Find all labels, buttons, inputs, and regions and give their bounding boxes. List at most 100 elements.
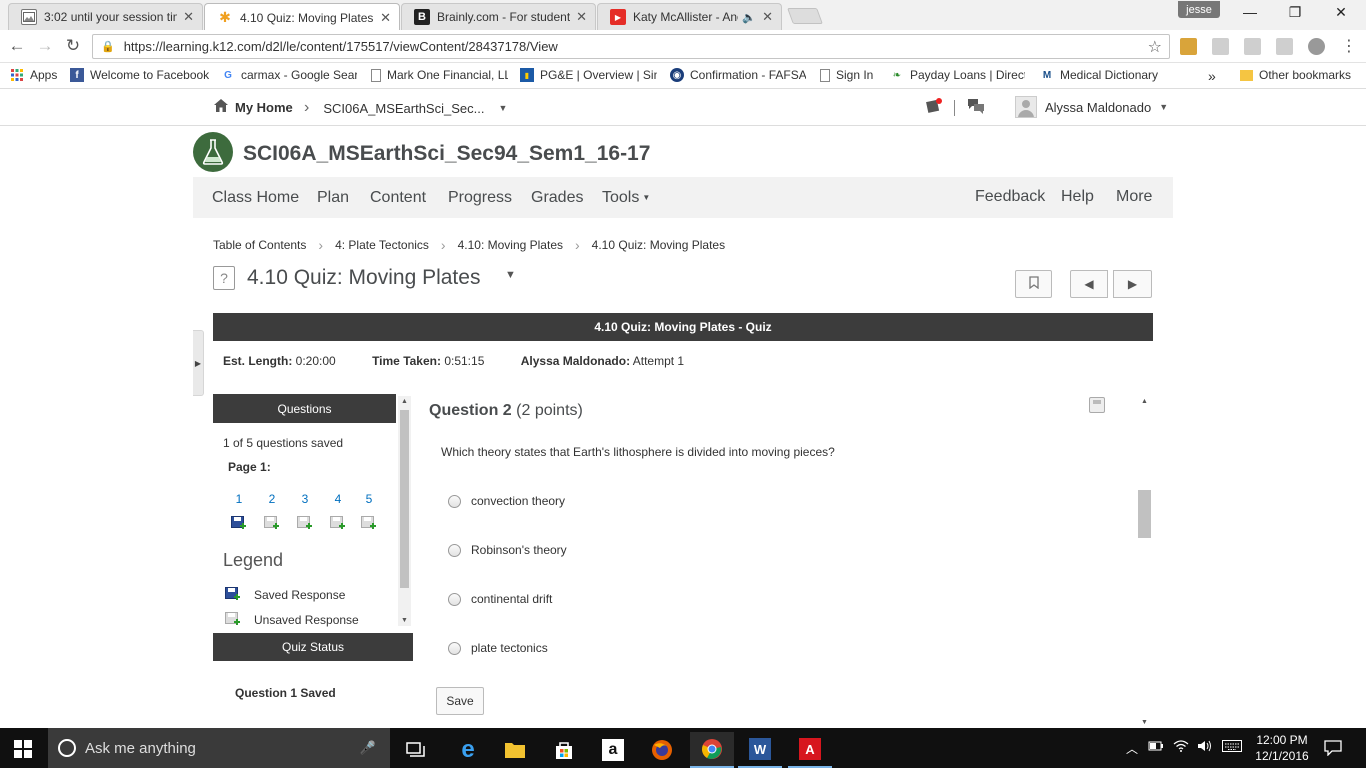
scroll-thumb[interactable]	[400, 410, 409, 588]
nav-class-home[interactable]: Class Home	[212, 189, 299, 207]
bookmark-fafsa[interactable]: ◉ Confirmation - FAFSA	[670, 68, 806, 82]
course-title[interactable]: SCI06A_MSEarthSci_Sec94_Sem1_16-17	[243, 142, 650, 166]
question-link-4[interactable]: 4	[328, 492, 348, 506]
chrome-menu-icon[interactable]: ⋮	[1338, 36, 1360, 56]
radio-button[interactable]	[448, 494, 461, 508]
edge-icon[interactable]: e	[446, 732, 490, 768]
extension-icon[interactable]	[1276, 38, 1293, 55]
microphone-icon[interactable]: 🎤	[360, 740, 376, 756]
acrobat-icon[interactable]: A	[788, 732, 832, 768]
bookmark-star-icon[interactable]: ☆	[1148, 37, 1162, 57]
expand-sidebar-handle[interactable]: ▶	[193, 330, 204, 396]
unsaved-response-icon[interactable]	[297, 516, 313, 531]
action-center-icon[interactable]	[1324, 740, 1342, 759]
address-bar[interactable]: 🔒 https://learning.k12.com/d2l/le/conten…	[92, 34, 1170, 59]
answer-option-2[interactable]: Robinson's theory	[448, 543, 567, 557]
bookmark-medical[interactable]: M Medical Dictionary	[1040, 68, 1158, 82]
store-icon[interactable]	[542, 732, 586, 768]
unsaved-response-icon[interactable]	[330, 516, 346, 531]
nav-feedback[interactable]: Feedback	[975, 188, 1045, 206]
browser-tab-active[interactable]: ✱ 4.10 Quiz: Moving Plates ✕	[204, 3, 400, 31]
scroll-thumb[interactable]	[1138, 490, 1151, 538]
nav-help[interactable]: Help	[1061, 188, 1094, 206]
bookmark-pge[interactable]: ▮ PG&E | Overview | Sin	[520, 68, 657, 82]
answer-option-3[interactable]: continental drift	[448, 592, 552, 606]
system-clock[interactable]: 12:00 PM 12/1/2016	[1252, 732, 1312, 764]
forward-icon[interactable]: →	[34, 36, 56, 56]
back-icon[interactable]: ←	[6, 36, 28, 56]
extension-icon[interactable]	[1212, 38, 1229, 55]
previous-topic-button[interactable]: ◀	[1070, 270, 1108, 298]
breadcrumb-unit[interactable]: 4: Plate Tectonics	[335, 238, 429, 252]
question-link-1[interactable]: 1	[229, 492, 249, 506]
extension-icon[interactable]	[1244, 38, 1261, 55]
saved-response-icon[interactable]	[231, 516, 247, 531]
nav-progress[interactable]: Progress	[448, 189, 512, 207]
show-hidden-icons-icon[interactable]: ︿	[1126, 740, 1138, 757]
browser-tab[interactable]: ▶ Katy McAllister - Anot 🔈 ✕	[597, 3, 782, 30]
radio-button[interactable]	[448, 641, 461, 655]
extension-icon[interactable]	[1308, 38, 1325, 55]
unsaved-response-icon[interactable]	[264, 516, 280, 531]
bookmark-payday[interactable]: ❧ Payday Loans | Direct	[890, 68, 1025, 82]
update-alerts-icon[interactable]	[926, 98, 942, 119]
other-bookmarks[interactable]: Other bookmarks	[1240, 68, 1351, 82]
amazon-icon[interactable]: a	[591, 732, 635, 768]
nav-more[interactable]: More	[1116, 188, 1152, 206]
bookmark-apps[interactable]: Apps	[10, 68, 57, 82]
unsaved-response-icon[interactable]	[361, 516, 377, 531]
volume-icon[interactable]	[1197, 740, 1213, 755]
bookmarks-overflow[interactable]: »	[1208, 68, 1216, 84]
scroll-up-icon[interactable]: ▲	[1137, 398, 1152, 405]
close-window-icon[interactable]: ✕	[1326, 4, 1356, 21]
next-topic-button[interactable]: ▶	[1113, 270, 1152, 298]
word-icon[interactable]: W	[738, 732, 782, 768]
answer-option-1[interactable]: convection theory	[448, 494, 565, 508]
cortana-search[interactable]: Ask me anything 🎤	[48, 728, 390, 768]
close-tab-icon[interactable]: ✕	[762, 9, 773, 25]
browser-tab[interactable]: 3:02 until your session tim ✕	[8, 3, 203, 30]
extension-icon[interactable]	[1180, 38, 1197, 55]
radio-button[interactable]	[448, 592, 461, 606]
windows-start-icon[interactable]	[14, 740, 32, 758]
bookmark-sign-in[interactable]: Sign In	[820, 68, 873, 82]
question-link-3[interactable]: 3	[295, 492, 315, 506]
scroll-down-icon[interactable]: ▼	[1137, 719, 1152, 726]
nav-tools[interactable]: Tools ▼	[602, 189, 650, 207]
restore-icon[interactable]: ❐	[1280, 4, 1310, 21]
bookmark-google[interactable]: G carmax - Google Sear	[221, 68, 357, 82]
scroll-up-icon[interactable]: ▲	[398, 398, 411, 405]
my-home-link[interactable]: My Home	[214, 99, 293, 115]
wifi-icon[interactable]	[1173, 740, 1189, 755]
answer-option-4[interactable]: plate tectonics	[448, 641, 548, 655]
breadcrumb-toc[interactable]: Table of Contents	[213, 238, 306, 252]
profile-button[interactable]: jesse	[1178, 1, 1220, 18]
reload-icon[interactable]: ↻	[62, 36, 84, 56]
question-link-5[interactable]: 5	[359, 492, 379, 506]
close-tab-icon[interactable]: ✕	[380, 10, 391, 26]
bookmark-mark-one[interactable]: Mark One Financial, LL	[371, 68, 508, 82]
close-tab-icon[interactable]: ✕	[183, 9, 194, 25]
save-button[interactable]: Save	[436, 687, 484, 715]
nav-plan[interactable]: Plan	[317, 189, 349, 207]
keyboard-icon[interactable]	[1222, 740, 1242, 755]
firefox-icon[interactable]	[640, 732, 684, 768]
course-selector[interactable]: › SCI06A_MSEarthSci_Sec... ▼	[304, 99, 507, 117]
message-alerts-icon[interactable]	[967, 98, 985, 119]
radio-button[interactable]	[448, 543, 461, 557]
task-view-icon[interactable]	[394, 732, 438, 768]
minimize-icon[interactable]: —	[1235, 4, 1265, 20]
bookmark-facebook[interactable]: f Welcome to Facebook	[70, 68, 210, 82]
file-explorer-icon[interactable]	[493, 732, 537, 768]
nav-content[interactable]: Content	[370, 189, 426, 207]
battery-icon[interactable]	[1148, 740, 1164, 755]
save-disk-icon[interactable]	[1089, 397, 1105, 413]
browser-tab[interactable]: B Brainly.com - For students ✕	[401, 3, 596, 30]
close-tab-icon[interactable]: ✕	[576, 9, 587, 25]
breadcrumb-lesson[interactable]: 4.10: Moving Plates	[458, 238, 563, 252]
question-link-2[interactable]: 2	[262, 492, 282, 506]
scroll-down-icon[interactable]: ▼	[398, 617, 411, 624]
new-tab-button[interactable]	[787, 8, 823, 24]
nav-grades[interactable]: Grades	[531, 189, 583, 207]
chrome-icon[interactable]	[690, 732, 734, 768]
